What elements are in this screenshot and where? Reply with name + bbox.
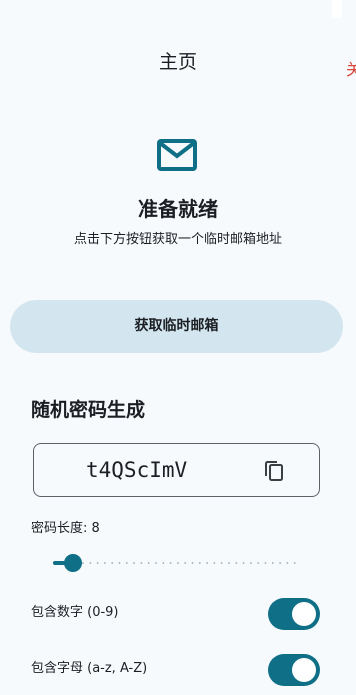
page-title: 主页 <box>158 51 197 73</box>
slider-tick <box>235 562 238 564</box>
slider-tick <box>286 562 289 564</box>
toggle-knob <box>292 602 316 626</box>
slider-tick <box>264 562 267 564</box>
hero-title: 准备就绪 <box>138 197 218 221</box>
slider-tick <box>147 562 150 564</box>
slider-tick <box>198 562 201 564</box>
slider-tick <box>96 562 99 564</box>
slider-tick <box>250 562 252 564</box>
get-temp-email-button[interactable]: 获取临时邮箱 <box>10 300 343 353</box>
slider-tick <box>271 562 274 564</box>
slider-tick <box>118 562 121 564</box>
include-letters-label: 包含字母 (a-z, A-Z) <box>31 661 148 676</box>
status-bar-glyph <box>332 0 342 18</box>
password-length-slider[interactable] <box>53 552 303 574</box>
password-value: t4QScImV <box>86 458 188 482</box>
password-length-label: 密码长度: 8 <box>31 521 100 536</box>
include-letters-toggle[interactable] <box>268 654 320 686</box>
slider-tick <box>111 562 114 564</box>
include-digits-label: 包含数字 (0-9) <box>31 605 119 620</box>
slider-tick <box>191 562 194 564</box>
password-section-title: 随机密码生成 <box>31 399 146 421</box>
slider-tick <box>89 562 92 564</box>
slider-tick <box>140 562 143 564</box>
slider-tick <box>220 562 223 564</box>
slider-tick <box>228 562 230 564</box>
slider-tick <box>82 562 84 564</box>
slider-tick <box>213 562 216 564</box>
slider-tick <box>293 562 296 564</box>
slider-tick <box>155 562 157 564</box>
password-display: t4QScImV <box>33 443 320 497</box>
slider-tick <box>177 562 179 564</box>
slider-tick <box>133 562 135 564</box>
slider-tick <box>104 562 106 564</box>
slider-tick <box>279 562 281 564</box>
slider-tick <box>242 562 245 564</box>
slider-tick <box>184 562 187 564</box>
slider-tick <box>162 562 165 564</box>
include-digits-toggle[interactable] <box>268 598 320 630</box>
toggle-knob <box>292 658 316 682</box>
slider-tick <box>206 562 209 564</box>
mail-icon <box>157 139 197 171</box>
slider-tick <box>257 562 260 564</box>
hero-subtitle: 点击下方按钮获取一个临时邮箱地址 <box>73 232 282 247</box>
copy-icon[interactable] <box>263 459 285 483</box>
slider-tick <box>125 562 128 564</box>
slider-tick <box>169 562 172 564</box>
